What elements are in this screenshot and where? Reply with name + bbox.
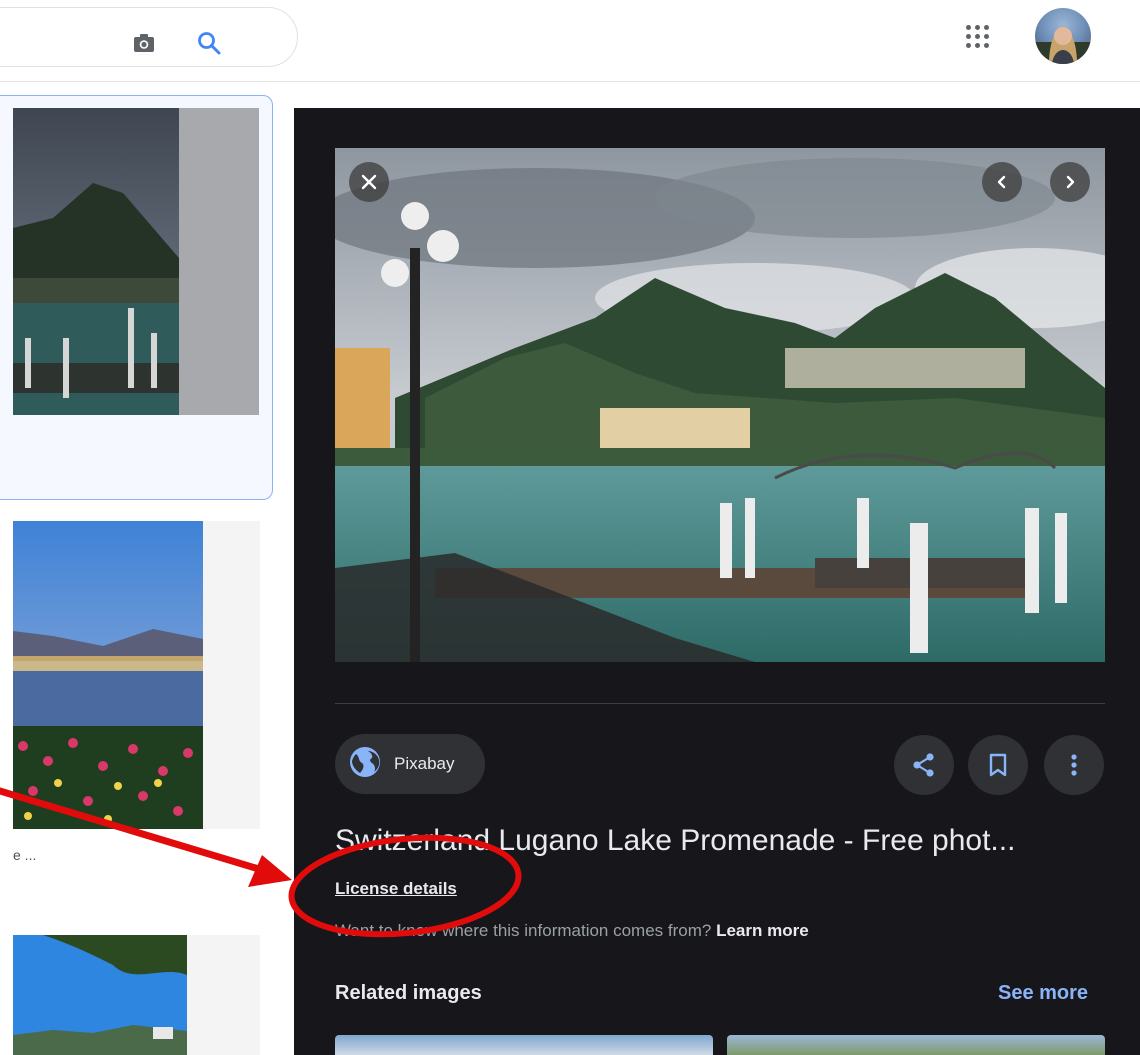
chevron-left-icon[interactable] <box>982 162 1022 202</box>
source-name: Pixabay <box>394 754 455 773</box>
image-title[interactable]: Switzerland Lugano Lake Promenade - Free… <box>335 824 1115 858</box>
result-caption[interactable]: e ... <box>13 847 36 863</box>
result-thumbnail-night-lake[interactable] <box>13 521 203 829</box>
bookmark-icon[interactable] <box>968 735 1028 795</box>
image-search-page: e ... Pixabay Switzerland Lugano Lake Pr… <box>0 0 1140 1055</box>
more-vert-icon[interactable] <box>1044 735 1104 795</box>
info-line: Want to know where this information come… <box>335 921 809 941</box>
thumbnail-padding <box>179 108 259 415</box>
info-text: Want to know where this information come… <box>335 921 712 940</box>
share-icon[interactable] <box>894 735 954 795</box>
search-box[interactable] <box>0 7 298 67</box>
result-thumbnail-lugano[interactable] <box>13 108 179 415</box>
globe-icon <box>348 745 382 784</box>
close-icon[interactable] <box>349 162 389 202</box>
apps-grid-icon[interactable] <box>966 25 990 49</box>
thumbnail-padding <box>203 521 260 829</box>
preview-image[interactable] <box>335 148 1105 662</box>
learn-more-link[interactable]: Learn more <box>716 921 809 940</box>
related-image-thumbnail[interactable] <box>335 1035 713 1055</box>
source-chip[interactable]: Pixabay <box>335 734 485 794</box>
camera-icon[interactable] <box>131 30 157 56</box>
avatar[interactable] <box>1035 8 1091 64</box>
related-image-thumbnail[interactable] <box>727 1035 1105 1055</box>
search-icon[interactable] <box>195 29 223 57</box>
license-details-link[interactable]: License details <box>335 879 457 899</box>
related-images-heading: Related images <box>335 982 482 1004</box>
chevron-right-icon[interactable] <box>1050 162 1090 202</box>
top-bar <box>0 0 1140 82</box>
see-more-link[interactable]: See more <box>998 982 1088 1005</box>
result-thumbnail-lake-tree[interactable] <box>13 935 187 1055</box>
thumbnail-padding <box>187 935 260 1055</box>
divider <box>335 703 1105 704</box>
